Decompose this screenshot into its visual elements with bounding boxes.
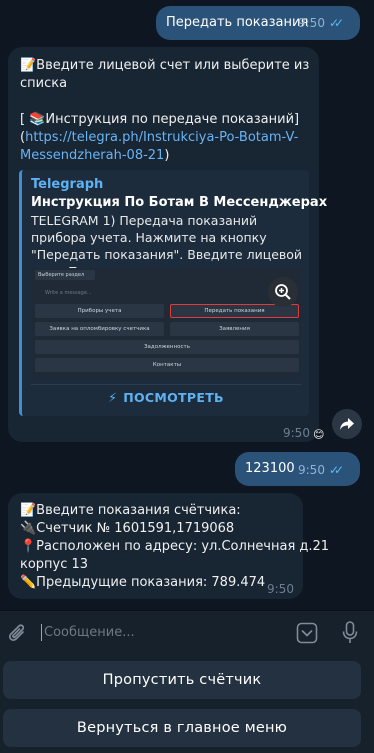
share-icon[interactable] (332, 409, 362, 439)
mini-input: Write a message... (45, 289, 92, 296)
bot-keyboard-icon[interactable] (296, 622, 318, 644)
mini-header: Выберите раздел (35, 270, 95, 280)
instruction-link-cont[interactable]: Messendzherah-08-21 (20, 148, 164, 163)
message-line: списка (20, 76, 68, 91)
message-meta: 9:50 (267, 581, 294, 598)
message-line: корпус 13 (20, 557, 89, 572)
message-line: 📝Введите показания счётчика: (20, 503, 241, 518)
microphone-icon[interactable] (342, 621, 358, 645)
message-line: ✏️Предыдущие показания: 789.474 (20, 575, 266, 590)
reply-keyboard: Пропустить счётчик Вернуться в главное м… (0, 656, 374, 753)
link-paren-close: ) (164, 148, 170, 163)
mini-button: Приборы учета (35, 304, 164, 318)
lightning-icon: ⚡ (108, 390, 118, 405)
message-meta: 9:50 ✓✓ (298, 16, 344, 30)
zoom-in-icon[interactable] (268, 277, 298, 307)
message-input-bar: Сообщение... (0, 610, 374, 656)
view-button-label: ПОСМОТРЕТЬ (123, 390, 224, 405)
mini-button: Задолженность (35, 340, 299, 354)
incoming-message[interactable]: 📝Введите лицевой счет или выберите из сп… (8, 47, 327, 442)
mini-button: Контакты (35, 358, 299, 372)
outgoing-message[interactable]: 123100 9:50 ✓✓ (235, 452, 360, 486)
message-meta: 9:50 (283, 425, 310, 442)
preview-image[interactable]: Выберите раздел Write a message... Прибо… (31, 268, 301, 378)
mini-button: Заявления (170, 322, 299, 336)
chat-area: Передать показания 9:50 ✓✓ 📝Введите лице… (0, 0, 374, 610)
double-check-icon: ✓✓ (328, 16, 344, 30)
message-line: 🔌Счетчик № 1601591,1719068 (20, 521, 235, 536)
instruction-link[interactable]: https://telegra.ph/Instrukciya-Po-Botam-… (25, 130, 298, 145)
message-text: 123100 (245, 461, 295, 476)
message-line: 📝Введите лицевой счет или выберите из (20, 58, 310, 73)
message-line: [ 📚Инструкция по передаче показаний] (20, 112, 300, 127)
instruction-link-line: (https://telegra.ph/Instrukciya-Po-Botam… (20, 129, 298, 146)
message-time: 9:50 (283, 426, 310, 440)
incoming-message[interactable]: 📝Введите показания счётчика: 🔌Счетчик № … (8, 493, 329, 599)
view-button[interactable]: ⚡ ПОСМОТРЕТЬ (31, 384, 301, 410)
message-time: 9:50 (267, 582, 294, 596)
preview-site-name: Telegraph (31, 177, 104, 192)
link-preview[interactable]: Telegraph Инструкция По Ботам В Мессендж… (19, 170, 327, 416)
double-check-icon: ✓✓ (328, 463, 344, 477)
message-text: Передать показания (166, 15, 309, 30)
message-time: 9:50 (298, 16, 325, 30)
message-line: 📍Расположен по адресу: ул.Солнечная д.21 (20, 539, 330, 554)
paperclip-icon[interactable] (8, 623, 28, 645)
main-menu-button[interactable]: Вернуться в главное меню (3, 709, 361, 747)
message-meta: 9:50 ✓✓ (298, 463, 344, 477)
outgoing-message[interactable]: Передать показания 9:50 ✓✓ (156, 6, 360, 40)
skip-meter-button[interactable]: Пропустить счётчик (3, 661, 361, 699)
preview-title: Инструкция По Ботам В Мессенджерах (31, 195, 328, 210)
message-time: 9:50 (298, 463, 325, 477)
instruction-link-line: Messendzherah-08-21) (20, 147, 169, 164)
message-input[interactable]: Сообщение... (44, 625, 135, 640)
mini-button: Заявка на опломбировку счетчика (35, 322, 164, 336)
text-caret (41, 624, 42, 641)
reaction-emoji[interactable]: 😊 (313, 426, 324, 443)
